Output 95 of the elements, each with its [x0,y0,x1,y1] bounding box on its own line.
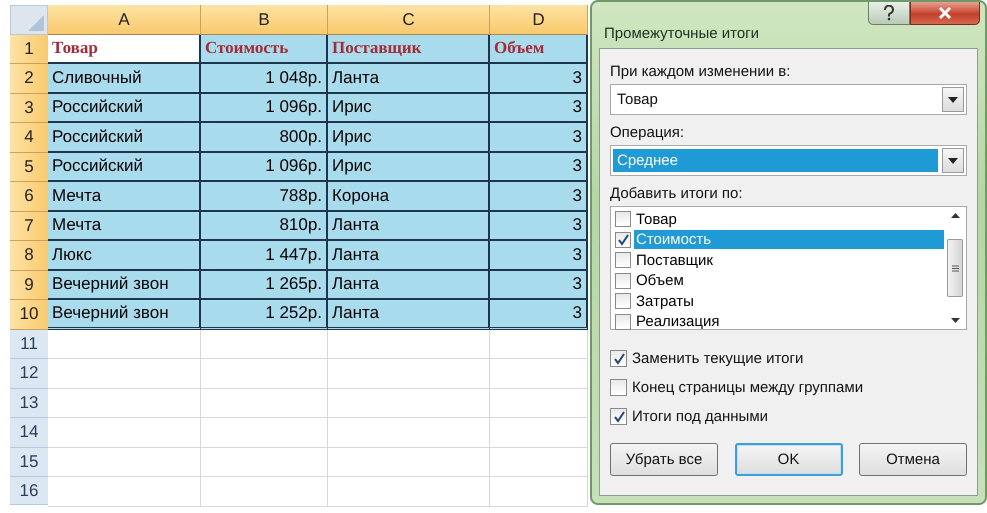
table-cell: 788р. [201,182,328,212]
table-cell: 1 265р. [201,270,328,300]
checkbox[interactable] [615,314,631,330]
table-cell: Ланта [328,270,490,300]
field-label: Операция: [610,124,686,141]
table-cell: Российский [48,123,201,152]
dialog-button[interactable]: Отмена [859,443,967,476]
active-cell[interactable]: Товар [48,34,201,64]
table-cell: Российский [48,152,201,182]
column-header[interactable]: C [328,5,490,35]
scroll-down-icon[interactable] [950,318,960,323]
column-header[interactable]: A [48,5,201,35]
row-header[interactable]: 8 [10,241,48,270]
table-cell: 3 [490,270,588,300]
row-header[interactable]: 6 [10,182,48,212]
table-cell: 1 048р. [201,64,328,94]
dialog-button[interactable]: OK [734,443,842,476]
table-cell: 1 447р. [201,241,328,270]
table-cell: 3 [490,64,588,94]
row-header[interactable]: 5 [10,152,48,182]
close-icon [938,7,952,19]
row-header[interactable]: 15 [10,448,48,477]
list-item[interactable]: Объем [615,270,944,291]
scrollbar-thumb[interactable] [947,239,963,297]
table-cell: 3 [490,152,588,182]
dropdown-icon [948,158,958,164]
table-cell: 3 [490,300,588,330]
row-header[interactable]: 1 [10,34,48,64]
table-cell: Вечерний звон [48,270,201,300]
table-cell: Корона [328,182,490,212]
table-cell: Российский [48,94,201,123]
table-cell: Ланта [328,241,490,270]
table-cell: Поставщик [328,34,490,64]
row-header[interactable]: 16 [10,477,48,505]
table-cell: 1 096р. [201,152,328,182]
checkbox[interactable] [615,232,631,248]
list-item[interactable]: Товар [615,209,944,230]
checkbox[interactable] [615,252,631,268]
table-cell: 3 [490,123,588,152]
row-header[interactable]: 12 [10,359,48,388]
help-icon [883,5,895,21]
table-cell: Объем [490,34,588,64]
row-header[interactable]: 7 [10,212,48,241]
checkbox-label[interactable]: Конец страницы между группами [632,379,864,396]
table-cell: 1 252р. [201,300,328,330]
window-title: Промежуточные итоги [603,24,760,42]
row-header[interactable]: 11 [10,330,48,359]
list-item[interactable]: Реализация [615,312,944,332]
table-cell: 3 [490,182,588,212]
checkbox-label[interactable]: Заменить текущие итоги [632,350,804,367]
checkbox[interactable] [615,293,631,310]
table-cell: Мечта [48,182,201,212]
table-cell: Ирис [328,152,490,182]
close-button[interactable] [910,2,980,25]
column-header[interactable]: B [201,5,328,35]
list-item[interactable]: Затраты [615,291,944,312]
scroll-up-icon[interactable] [950,213,960,218]
row-header[interactable]: 14 [10,418,48,448]
table-cell: 3 [490,212,588,241]
grip-icon [952,264,958,272]
table-cell: Люкс [48,241,201,270]
table-cell: Ирис [328,94,490,123]
row-header[interactable]: 9 [10,270,48,300]
table-cell: 800р. [201,123,328,152]
row-header[interactable]: 10 [10,300,48,330]
field-label: Добавить итоги по: [610,185,744,202]
table-cell: Вечерний звон [48,300,201,330]
row-header[interactable]: 4 [10,123,48,152]
column-header[interactable]: D [490,5,588,35]
table-cell: Ланта [328,300,490,330]
table-cell: Стоимость [201,34,328,64]
table-cell: Ланта [328,64,490,94]
table-cell: Мечта [48,212,201,241]
row-header[interactable]: 3 [10,94,48,123]
checkbox[interactable] [610,350,627,367]
checkbox[interactable] [610,408,627,425]
row-header[interactable]: 13 [10,388,48,418]
checkbox-label[interactable]: Итоги под данными [632,408,768,425]
help-button[interactable] [868,2,910,25]
table-cell: 810р. [201,212,328,241]
checkbox[interactable] [615,272,631,289]
table-cell: Ланта [328,212,490,241]
field-label: При каждом изменении в: [610,63,792,80]
table-cell: 3 [490,94,588,123]
table-cell: 3 [490,241,588,270]
checkbox[interactable] [615,211,631,228]
list-item[interactable]: Поставщик [615,250,944,270]
table-cell: Ирис [328,123,490,152]
row-header[interactable]: 2 [10,64,48,94]
dialog-button[interactable]: Убрать все [610,443,718,476]
dropdown-icon [948,96,958,102]
checkbox[interactable] [610,379,627,396]
table-cell: 1 096р. [201,94,328,123]
table-cell: Сливочный [48,64,201,94]
dropdown[interactable]: Товар [610,84,967,115]
